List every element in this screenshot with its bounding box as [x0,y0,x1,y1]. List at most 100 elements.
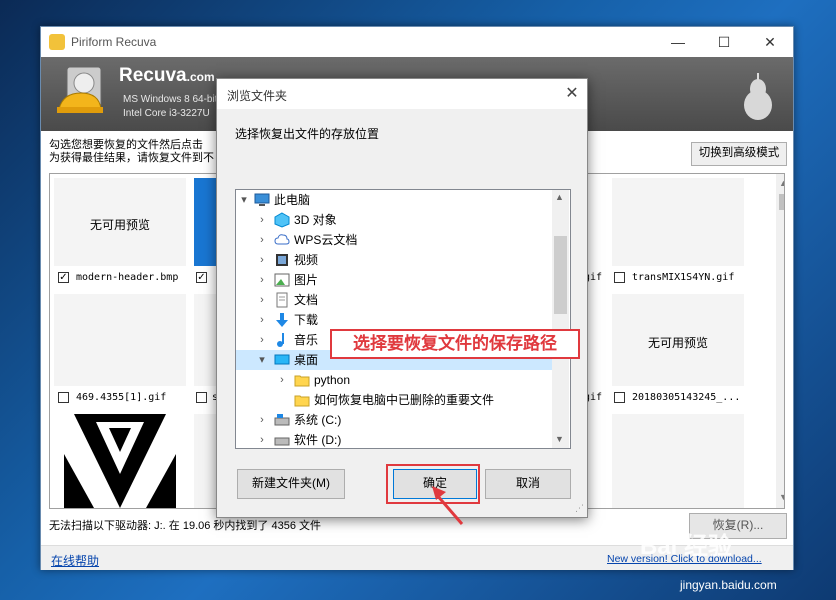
thumbnail[interactable] [612,178,744,266]
recuva-logo-icon [55,65,107,121]
dialog-close-icon[interactable]: ✕ [561,83,583,105]
browse-folder-dialog: 浏览文件夹 ✕ 选择恢复出文件的存放位置 ▾ 此电脑 › 3D 对象 › WPS… [216,78,588,518]
tree-item-label: 桌面 [294,353,319,367]
minimize-button[interactable]: — [655,27,701,57]
scroll-up-icon[interactable]: ▲ [555,192,564,202]
thumbnail[interactable] [54,294,186,386]
resize-grip-icon[interactable]: ⋰ [575,503,584,514]
tree-item-label: 3D 对象 [294,213,337,227]
cancel-button[interactable]: 取消 [485,469,571,499]
drive-icon [274,412,290,428]
tree-item[interactable]: › python [236,370,552,390]
scroll-down-icon[interactable]: ▼ [779,492,784,502]
logo-preview-image [64,414,176,508]
tree-item-label: WPS云文档 [294,233,358,247]
file-name: modern-header.bmp [76,272,179,283]
close-button[interactable]: ✕ [747,27,793,57]
desktop-icon [274,352,290,368]
tree-item[interactable]: › 下载 [236,310,552,330]
folder-icon [294,372,310,388]
tree-item[interactable]: › 文档 [236,290,552,310]
os-info: MS Windows 8 64-bit [123,94,218,105]
file-checkbox[interactable] [196,392,207,403]
app-icon [49,34,65,50]
tree-item[interactable]: › 软件 (D:) [236,430,552,448]
expand-arrow-icon[interactable]: › [256,270,268,290]
expand-arrow-icon[interactable]: › [256,250,268,270]
picture-icon [274,272,290,288]
thumbnail[interactable]: 无可用预览 [612,294,744,386]
scroll-thumb[interactable] [779,194,784,210]
folder-icon [294,392,310,408]
new-folder-button[interactable]: 新建文件夹(M) [237,469,345,499]
tree-item-label: 软件 (D:) [294,433,342,447]
tree-item[interactable]: ▾ 此电脑 [236,190,552,210]
thumbnail[interactable] [54,414,186,508]
tree-item-label: 如何恢复电脑中已删除的重要文件 [314,393,495,407]
pear-logo-icon [741,69,775,121]
cpu-info: Intel Core i3-3227U [123,108,210,119]
tree-item[interactable]: 如何恢复电脑中已删除的重要文件 [236,390,552,410]
scroll-down-icon[interactable]: ▼ [555,434,564,444]
collapse-arrow-icon[interactable]: ▾ [256,350,268,370]
advanced-mode-button[interactable]: 切换到高级模式 [691,142,787,166]
watermark-url: jingyan.baidu.com [680,578,777,592]
online-help-link[interactable]: 在线帮助 [51,552,99,569]
file-checkbox[interactable] [58,392,69,403]
baidu-watermark-logo: Bai 经验 [640,533,733,560]
window-title: Piriform Recuva [71,35,157,49]
dialog-title: 浏览文件夹 [227,89,288,103]
tree-item-label: 下载 [294,313,319,327]
cloud-icon [274,232,290,248]
tree-item-label: 此电脑 [274,193,311,207]
expand-arrow-icon[interactable]: › [256,230,268,250]
document-icon [274,292,290,308]
expand-arrow-icon[interactable]: › [256,310,268,330]
no-preview-text: 无可用预览 [647,336,708,350]
download-icon [274,312,290,328]
expand-arrow-icon[interactable]: › [256,430,268,448]
file-checkbox[interactable]: ✓ [196,272,207,283]
file-name: 20180305143245_... [632,392,741,403]
no-preview-text: 无可用预览 [89,218,150,232]
tree-item[interactable]: › WPS云文档 [236,230,552,250]
tree-item-label: python [314,373,351,387]
thumbnail[interactable]: 无可用预览 [54,178,186,266]
computer-icon [254,192,270,208]
annotation-callout: 选择要恢复文件的保存路径 [330,329,580,359]
file-checkbox[interactable] [614,272,625,283]
collapse-arrow-icon[interactable]: ▾ [238,190,250,210]
tree-item[interactable]: › 系统 (C:) [236,410,552,430]
dialog-prompt: 选择恢复出文件的存放位置 [235,127,380,141]
tree-item[interactable]: › 3D 对象 [236,210,552,230]
expand-arrow-icon[interactable]: › [276,370,288,390]
tree-item-label: 图片 [294,273,319,287]
tree-item-label: 音乐 [294,333,319,347]
maximize-button[interactable]: ☐ [701,27,747,57]
tree-item-label: 系统 (C:) [294,413,342,427]
grid-scrollbar[interactable]: ▲ ▼ [776,174,784,508]
folder-tree: ▾ 此电脑 › 3D 对象 › WPS云文档 › 视频 › 图片 › 文档 › … [235,189,571,449]
dialog-title-bar: 浏览文件夹 ✕ [217,79,587,109]
tree-scrollbar[interactable]: ▲ ▼ [552,190,569,448]
cube-icon [274,212,290,228]
expand-arrow-icon[interactable]: › [256,330,268,350]
file-checkbox[interactable] [614,392,625,403]
tree-item[interactable]: › 图片 [236,270,552,290]
file-name: 469.4355[1].gif [76,392,167,403]
instruction-text: 勾选您想要恢复的文件然后点击 为获得最佳结果，请恢复文件到不 [49,139,214,164]
file-name: transMIX1S4YN.gif [632,272,735,283]
tree-item-label: 视频 [294,253,319,267]
expand-arrow-icon[interactable]: › [256,410,268,430]
thumbnail[interactable] [612,414,744,508]
scroll-thumb[interactable] [554,236,567,314]
music-icon [274,332,290,348]
title-bar: Piriform Recuva — ☐ ✕ [41,27,793,57]
video-icon [274,252,290,268]
expand-arrow-icon[interactable]: › [256,290,268,310]
expand-arrow-icon[interactable]: › [256,210,268,230]
tree-item[interactable]: › 视频 [236,250,552,270]
file-checkbox[interactable]: ✓ [58,272,69,283]
scroll-up-icon[interactable]: ▲ [779,178,784,188]
status-text: 无法扫描以下驱动器: J:. 在 19.06 秒内找到了 4356 文件 [49,520,322,532]
